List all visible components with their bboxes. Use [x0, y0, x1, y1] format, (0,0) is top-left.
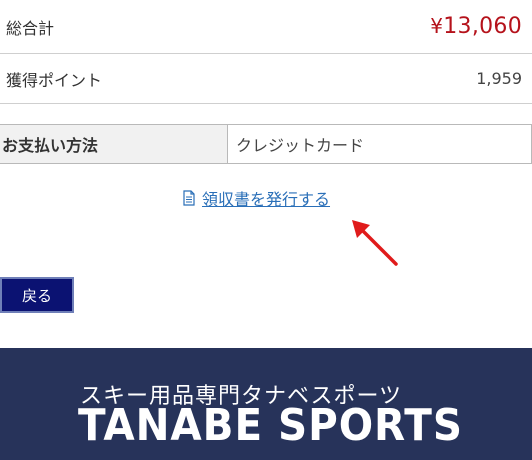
- issue-receipt-label: 領収書を発行する: [202, 190, 331, 209]
- payment-method-header: お支払い方法: [0, 125, 228, 163]
- site-footer: スキー用品専門タナベスポーツ TANABE SPORTS: [0, 348, 532, 460]
- annotation-arrow-icon: [352, 220, 398, 266]
- total-currency: ¥: [430, 14, 444, 38]
- payment-method-value: クレジットカード: [228, 125, 532, 163]
- issue-receipt-link[interactable]: 領収書を発行する: [182, 186, 330, 210]
- footer-logo[interactable]: TANABE SPORTS: [78, 400, 463, 451]
- total-row: 総合計 ¥13,060: [0, 0, 532, 54]
- points-row: 獲得ポイント 1,959: [0, 54, 532, 104]
- payment-method-table: お支払い方法 クレジットカード: [0, 124, 532, 164]
- points-value: 1,959: [476, 69, 522, 88]
- total-value: 13,060: [443, 14, 522, 39]
- total-label: 総合計: [6, 18, 55, 38]
- back-button[interactable]: 戻る: [0, 277, 74, 313]
- document-icon: [182, 190, 196, 206]
- total-amount: ¥13,060: [430, 14, 522, 39]
- points-label: 獲得ポイント: [6, 70, 103, 90]
